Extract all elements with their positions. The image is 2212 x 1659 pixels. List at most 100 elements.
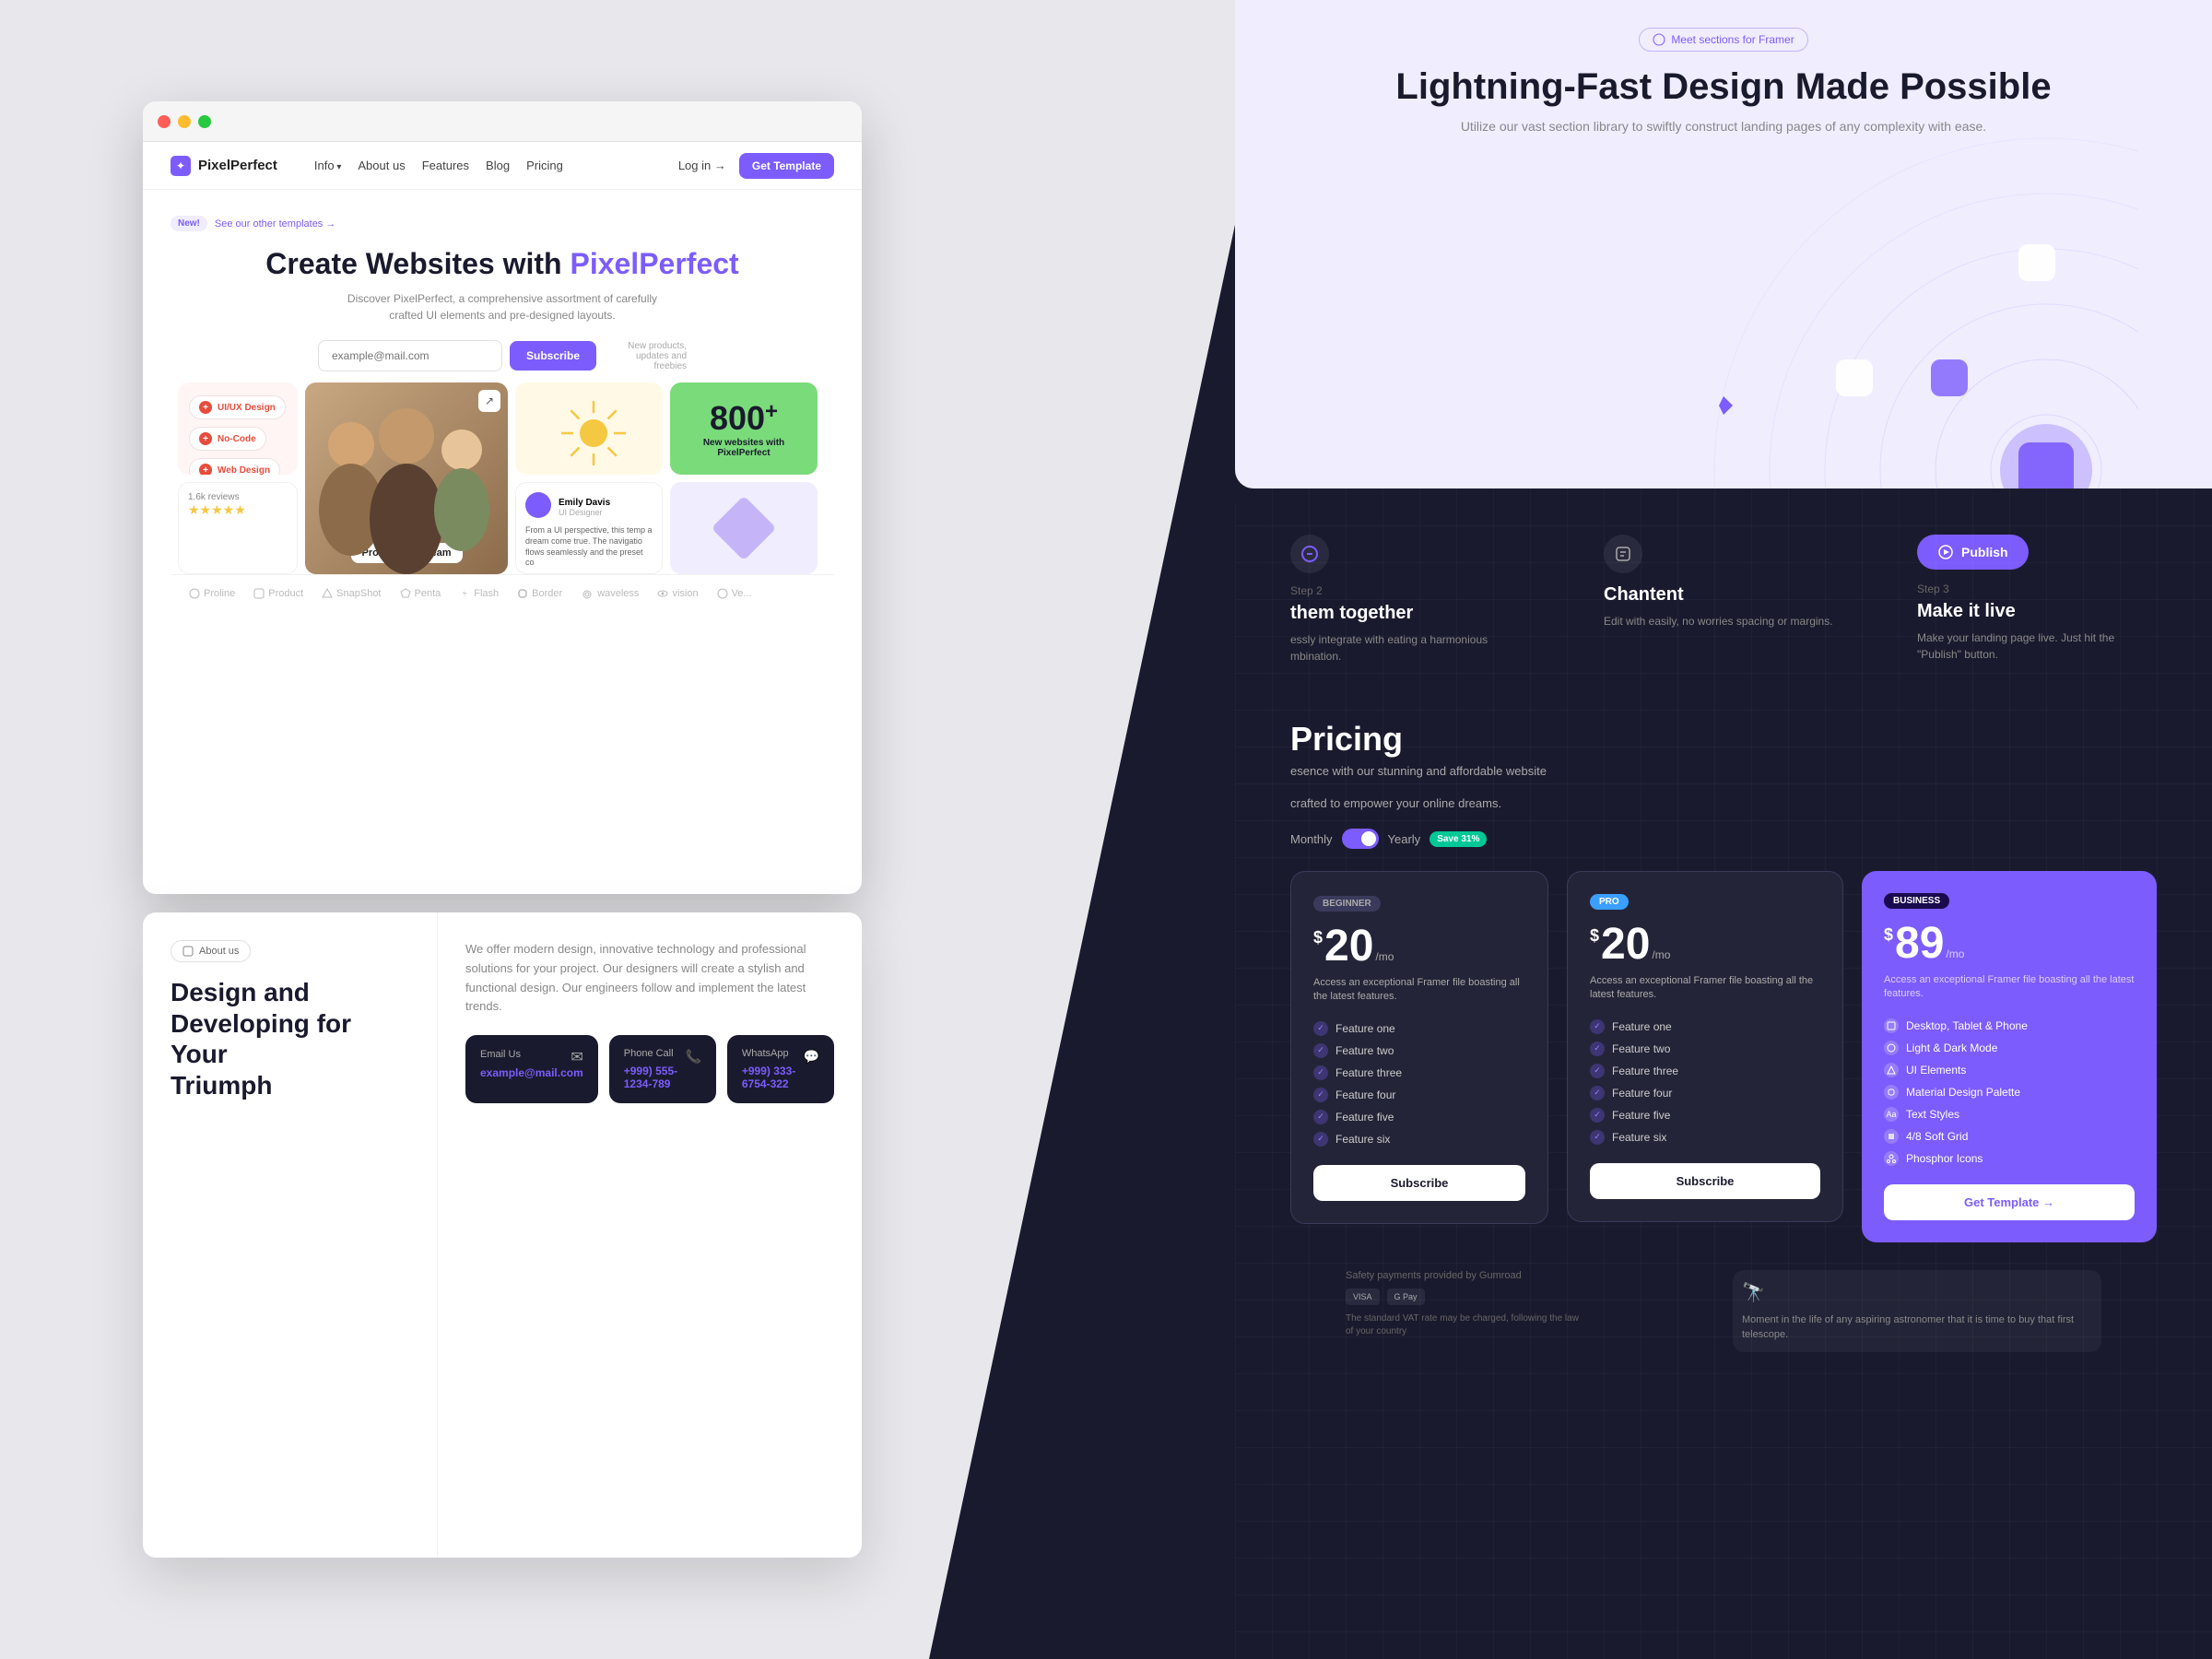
- sun-icon: [557, 396, 621, 461]
- dot-minimize[interactable]: [178, 115, 191, 128]
- toggle-switch[interactable]: [1342, 829, 1379, 849]
- contact-cards: Email Us ✉ example@mail.com Phone Call 📞…: [465, 1035, 834, 1103]
- toggle-knob: [1361, 831, 1376, 846]
- contact-email: Email Us ✉ example@mail.com: [465, 1035, 598, 1103]
- step-2-num: Step 2: [1290, 584, 1530, 597]
- step-3-title: Make it live: [1917, 601, 2157, 622]
- contact-phone: Phone Call 📞 +999) 555-1234-789: [609, 1035, 716, 1103]
- brand-waveless: waveless: [581, 588, 639, 599]
- radar-container: [1677, 101, 2138, 488]
- publish-button[interactable]: Publish: [1917, 535, 2029, 570]
- business-features: Desktop, Tablet & Phone Light & Dark Mod…: [1884, 1018, 2135, 1166]
- beginner-subscribe-button[interactable]: Subscribe: [1313, 1165, 1525, 1201]
- biz-check-4: [1884, 1085, 1899, 1100]
- nav-info[interactable]: Info: [314, 159, 342, 172]
- beginner-desc: Access an exceptional Framer file boasti…: [1313, 976, 1525, 1005]
- visa-icon: VISA: [1346, 1288, 1380, 1305]
- step-2-icon: [1290, 535, 1329, 573]
- about-us-badge: About us: [171, 940, 251, 962]
- hero-card-tags: + UI/UX Design + No-Code + Web Design: [178, 382, 298, 475]
- hero-card-testimonial: Emily Davis UI Designer From a UI perspe…: [515, 482, 663, 574]
- dot-close[interactable]: [158, 115, 171, 128]
- step-2-title: them together: [1290, 603, 1530, 624]
- plus-icon-3: +: [199, 464, 212, 475]
- price-card-pro: PRO $ 20 /mo Access an exceptional Frame…: [1567, 871, 1843, 1222]
- business-get-template-button[interactable]: Get Template →: [1884, 1184, 2135, 1220]
- pro-feature-6: ✓ Feature six: [1590, 1130, 1820, 1145]
- hero-card-reviews: 1.6k reviews ★★★★★: [178, 482, 298, 574]
- pro-features: ✓ Feature one ✓ Feature two ✓ Feature th…: [1590, 1019, 1820, 1145]
- email-label: Email Us: [480, 1049, 521, 1060]
- subscribe-button[interactable]: Subscribe: [510, 341, 596, 371]
- meet-badge: Meet sections for Framer: [1639, 28, 1807, 52]
- review-count: 1.6k reviews: [188, 492, 288, 502]
- expand-button[interactable]: ↗: [478, 390, 500, 412]
- pro-check-6: ✓: [1590, 1130, 1605, 1145]
- payment-note: The standard VAT rate may be charged, fo…: [1346, 1312, 1585, 1338]
- dot-fullscreen[interactable]: [198, 115, 211, 128]
- site-nav: ✦ PixelPerfect Info About us Features Bl…: [143, 142, 862, 190]
- nav-right: Log in Get Template: [678, 153, 834, 179]
- business-desc: Access an exceptional Framer file boasti…: [1884, 973, 2135, 1002]
- check-5: ✓: [1313, 1110, 1328, 1124]
- templates-link[interactable]: See our other templates →: [215, 218, 335, 229]
- hero-title-brand: PixelPerfect: [570, 247, 738, 280]
- nav-pricing[interactable]: Pricing: [526, 159, 563, 172]
- pro-subscribe-button[interactable]: Subscribe: [1590, 1163, 1820, 1199]
- business-period: /mo: [1946, 947, 1964, 960]
- biz-feature-2: Light & Dark Mode: [1884, 1041, 2135, 1055]
- counter-number: 800: [710, 399, 765, 438]
- biz-check-3: [1884, 1063, 1899, 1077]
- login-button[interactable]: Log in: [678, 159, 726, 172]
- nav-blog[interactable]: Blog: [486, 159, 510, 172]
- hero-section: New! See our other templates → Create We…: [143, 190, 862, 630]
- business-badge: BUSINESS: [1884, 893, 1949, 909]
- email-value: example@mail.com: [480, 1066, 583, 1079]
- steps-header: Step 2 them together essly integrate wit…: [1235, 488, 2212, 692]
- footer-quote: 🔭 Moment in the life of any aspiring ast…: [1733, 1270, 2101, 1352]
- logo-symbol: ✦: [176, 159, 185, 172]
- get-template-nav-button[interactable]: Get Template: [739, 153, 834, 179]
- testimonial-name: Emily Davis: [559, 498, 610, 508]
- logo-area[interactable]: ✦ PixelPerfect: [171, 156, 277, 176]
- tag-nocode-label: No-Code: [218, 434, 256, 444]
- photo-inner: Professional Team: [305, 382, 508, 574]
- people-illustration: [305, 390, 508, 574]
- step-3-num: Step 3: [1917, 582, 2157, 595]
- pro-check-2: ✓: [1590, 1041, 1605, 1056]
- pro-badge: PRO: [1590, 894, 1629, 910]
- about-us-title: Design and Developing for Your Triumph: [171, 977, 409, 1100]
- business-num: 89: [1895, 922, 1944, 966]
- biz-feature-5: Aa Text Styles: [1884, 1107, 2135, 1122]
- hero-card-diamond: [670, 482, 818, 574]
- price-card-beginner: BEGINNER $ 20 /mo Access an exceptional …: [1290, 871, 1548, 1224]
- tag-ui-ux: + UI/UX Design: [189, 395, 286, 419]
- logo-icon: ✦: [171, 156, 191, 176]
- email-input[interactable]: [318, 340, 502, 371]
- feature-2: ✓ Feature two: [1313, 1043, 1525, 1058]
- feature-1: ✓ Feature one: [1313, 1021, 1525, 1036]
- nav-features[interactable]: Features: [422, 159, 469, 172]
- pricing-subtitle-2: crafted to empower your online dreams.: [1290, 796, 1659, 810]
- panel-top-right: Meet sections for Framer Lightning-Fast …: [1235, 0, 2212, 488]
- step-3: Publish Step 3 Make it live Make your la…: [1917, 535, 2157, 663]
- plus-icon: +: [199, 401, 212, 414]
- pricing-section: Pricing esence with our stunning and aff…: [1235, 692, 2212, 1398]
- beginner-price: $ 20 /mo: [1313, 924, 1525, 969]
- quote-icon: 🔭: [1742, 1279, 2092, 1307]
- browser-window: ✦ PixelPerfect Info About us Features Bl…: [143, 101, 862, 894]
- tag-no-code: + No-Code: [189, 427, 266, 451]
- feature-5: ✓ Feature five: [1313, 1110, 1525, 1124]
- biz-check-7: [1884, 1151, 1899, 1166]
- plus-icon-2: +: [199, 432, 212, 445]
- nav-about[interactable]: About us: [358, 159, 405, 172]
- feature-6: ✓ Feature six: [1313, 1132, 1525, 1147]
- phone-value: +999) 555-1234-789: [624, 1065, 701, 1090]
- beginner-num: 20: [1324, 924, 1373, 969]
- whatsapp-icon: 💬: [804, 1049, 819, 1065]
- step-content: Chantent Edit with easily, no worries sp…: [1604, 535, 1843, 629]
- business-dollar: $: [1884, 925, 1893, 945]
- hero-badge: New! See our other templates →: [171, 216, 834, 231]
- about-desc: We offer modern design, innovative techn…: [465, 940, 834, 1017]
- stars: ★★★★★: [188, 502, 288, 518]
